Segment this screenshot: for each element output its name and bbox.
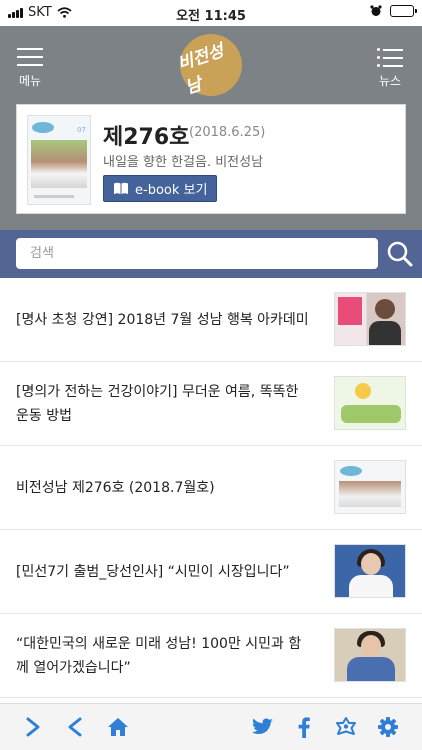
facebook-button[interactable] [291, 714, 317, 740]
book-icon [114, 182, 128, 194]
list-item[interactable]: [민선7기 출범_당선인사] “시민이 시장입니다” [0, 530, 422, 614]
menu-label: 메뉴 [18, 74, 42, 88]
article-title: [명사 초청 강연] 2018년 7월 성남 행복 아카데미 [16, 311, 309, 328]
status-time: 오전 11:45 [176, 9, 246, 24]
menu-button[interactable]: 메뉴 [14, 48, 46, 89]
list-item[interactable]: [명사 초청 강연] 2018년 7월 성남 행복 아카데미 [0, 278, 422, 362]
cover-label: 07 [77, 126, 86, 134]
issue-subtitle: 내일을 향한 한걸음. 비전성남 [103, 155, 264, 170]
home-icon [108, 718, 128, 736]
search-bar [0, 230, 422, 278]
article-title: [민선7기 출범_당선인사] “시민이 시장입니다” [16, 563, 290, 580]
article-title: 비전성남 제276호 (2018.7월호) [16, 479, 215, 496]
article-title: [명의가 전하는 건강이야기] 무더운 여름, 똑똑한 운동 방법 [16, 383, 299, 424]
bottom-toolbar [0, 703, 422, 750]
settings-icon [378, 717, 398, 737]
city-symbol-button[interactable] [333, 714, 359, 740]
article-list: [명사 초청 강연] 2018년 7월 성남 행복 아카데미 [명의가 전하는 … [0, 278, 422, 698]
back-button[interactable] [62, 714, 88, 740]
back-icon [68, 717, 82, 737]
forward-icon [26, 717, 40, 737]
forward-button[interactable] [20, 714, 46, 740]
logo-text: 비전성남 [175, 41, 227, 99]
news-label: 뉴스 [378, 74, 402, 88]
app-header: 메뉴 비전성남 뉴스 07 제276호 (2018.6.25) 내일을 향한 한… [0, 26, 422, 230]
list-item[interactable]: “대한민국의 새로운 미래 성남! 100만 시민과 함께 열어가겠습니다” [0, 614, 422, 698]
issue-cover-image[interactable]: 07 [27, 115, 91, 205]
current-issue-card: 07 제276호 (2018.6.25) 내일을 향한 한걸음. 비전성남 e-… [16, 104, 406, 214]
list-item[interactable]: [명의가 전하는 건강이야기] 무더운 여름, 똑똑한 운동 방법 [0, 362, 422, 446]
settings-button[interactable] [375, 714, 401, 740]
home-button[interactable] [105, 714, 131, 740]
city-symbol-icon [336, 717, 356, 735]
facebook-icon [298, 717, 310, 738]
news-button[interactable]: 뉴스 [372, 48, 408, 89]
alarm-icon [370, 5, 382, 16]
search-icon [387, 241, 413, 267]
logo[interactable]: 비전성남 [175, 34, 242, 98]
twitter-button[interactable] [250, 714, 276, 740]
article-thumbnail [334, 628, 406, 682]
search-button[interactable] [386, 240, 414, 268]
search-input[interactable] [16, 238, 378, 269]
list-icon [377, 48, 403, 67]
status-bar: SKT 오전 11:45 [0, 0, 422, 26]
ebook-button-label: e-book 보기 [135, 183, 208, 198]
issue-date: (2018.6.25) [189, 125, 266, 140]
article-thumbnail [334, 376, 406, 430]
article-thumbnail [334, 460, 406, 514]
article-title: “대한민국의 새로운 미래 성남! 100만 시민과 함께 열어가겠습니다” [16, 635, 302, 676]
ebook-button[interactable]: e-book 보기 [103, 175, 218, 202]
twitter-icon [252, 718, 273, 734]
issue-title: 제276호 [103, 125, 190, 150]
article-thumbnail [334, 544, 406, 598]
article-thumbnail [334, 292, 406, 346]
battery-icon [390, 5, 417, 17]
list-item[interactable]: 비전성남 제276호 (2018.7월호) [0, 446, 422, 530]
hamburger-icon [17, 48, 43, 66]
